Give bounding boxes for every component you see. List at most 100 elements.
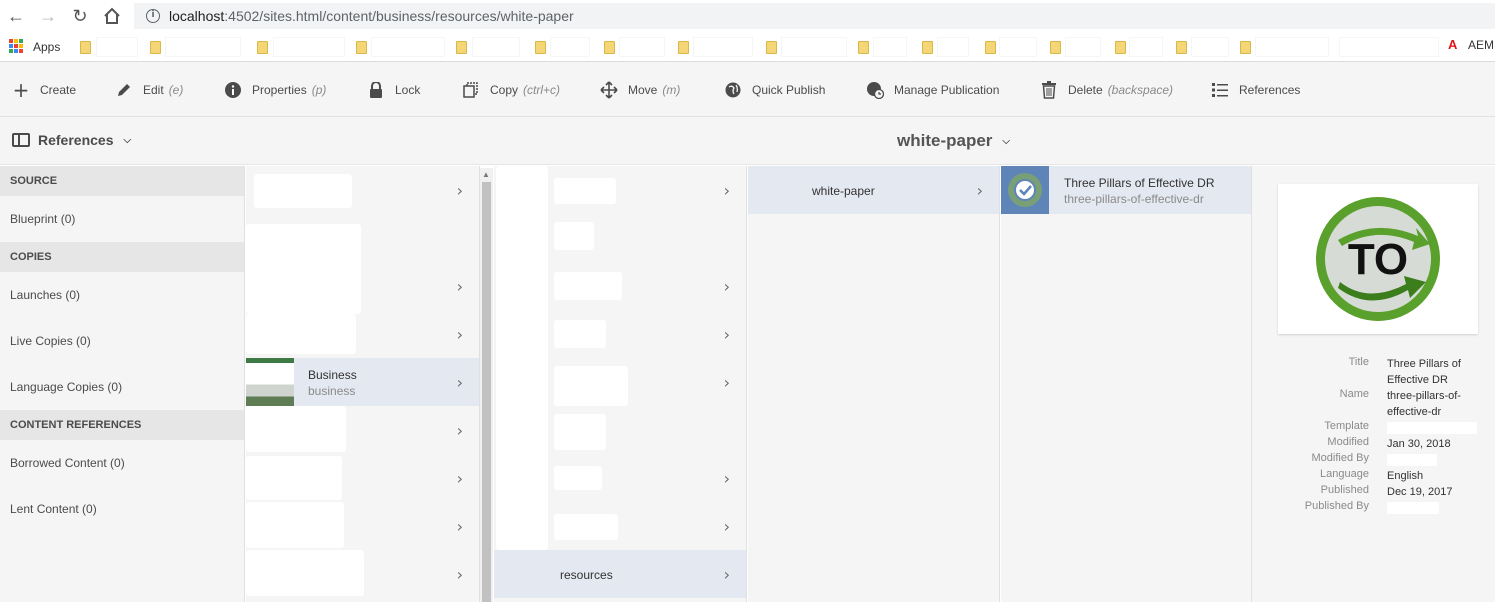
bookmark-item[interactable] bbox=[938, 38, 968, 56]
bookmark-item[interactable] bbox=[473, 38, 519, 56]
references-button[interactable]: References bbox=[1211, 80, 1300, 100]
quick-publish-button[interactable]: Quick Publish bbox=[724, 80, 825, 100]
column-2: › › › › › › resources › bbox=[494, 166, 747, 602]
bookmark-folder-icon[interactable] bbox=[1050, 41, 1061, 54]
rail-selector[interactable]: References ⌵ bbox=[12, 132, 131, 148]
bookmark-item[interactable] bbox=[1000, 38, 1036, 56]
page-title[interactable]: white-paper ⌵ bbox=[897, 131, 1010, 151]
bookmark-item[interactable] bbox=[1130, 38, 1162, 56]
column-item[interactable]: › bbox=[246, 502, 479, 550]
rail-item-borrowed-content[interactable]: Borrowed Content (0) bbox=[0, 440, 244, 486]
redacted-content bbox=[246, 456, 342, 500]
rail-item-language-copies[interactable]: Language Copies (0) bbox=[0, 364, 244, 410]
resources-title: resources bbox=[560, 568, 613, 582]
meta-modified-by-value bbox=[1387, 454, 1437, 466]
bookmark-folder-icon[interactable] bbox=[456, 41, 467, 54]
bookmark-folder-icon[interactable] bbox=[922, 41, 933, 54]
redacted-content bbox=[246, 314, 356, 354]
delete-button[interactable]: Delete (backspace) bbox=[1040, 80, 1173, 100]
create-button[interactable]: + Create bbox=[12, 78, 77, 102]
copy-shortcut: (ctrl+c) bbox=[523, 83, 561, 97]
column-item[interactable]: › bbox=[494, 358, 746, 406]
column-item[interactable]: › bbox=[494, 310, 746, 358]
bookmark-item[interactable] bbox=[874, 38, 906, 56]
manage-publication-button[interactable]: Manage Publication bbox=[866, 80, 999, 100]
bookmark-folder-icon[interactable] bbox=[1240, 41, 1251, 54]
bookmark-item[interactable] bbox=[166, 38, 240, 56]
bookmark-item[interactable] bbox=[1256, 38, 1328, 56]
move-button[interactable]: Move (m) bbox=[600, 80, 680, 100]
column-item-white-paper[interactable]: white-paper › bbox=[748, 166, 999, 214]
create-label: Create bbox=[40, 83, 77, 97]
chevron-right-icon: › bbox=[723, 325, 730, 344]
scroll-up-arrow-icon[interactable]: ▲ bbox=[482, 170, 490, 179]
bookmark-folder-icon[interactable] bbox=[257, 41, 268, 54]
rail-item-live-copies[interactable]: Live Copies (0) bbox=[0, 318, 244, 364]
column-item-business[interactable]: Business business › bbox=[246, 358, 479, 406]
bookmark-folder-icon[interactable] bbox=[858, 41, 869, 54]
column-item-three-pillars[interactable]: Three Pillars of Effective DR three-pill… bbox=[1001, 166, 1251, 214]
bookmark-item[interactable] bbox=[1192, 38, 1228, 56]
forward-icon[interactable]: → bbox=[36, 4, 60, 28]
bookmark-folder-icon[interactable] bbox=[678, 41, 689, 54]
copy-button[interactable]: Copy (ctrl+c) bbox=[462, 80, 560, 100]
properties-button[interactable]: Properties (p) bbox=[224, 80, 326, 100]
apps-icon[interactable] bbox=[9, 39, 23, 53]
bookmark-folder-icon[interactable] bbox=[604, 41, 615, 54]
column-item[interactable]: › bbox=[246, 550, 479, 598]
aem-bookmark[interactable]: A AEM bbox=[1448, 38, 1494, 53]
address-bar[interactable]: i localhost:4502/sites.html/content/busi… bbox=[134, 3, 1495, 29]
column-item[interactable]: › bbox=[246, 310, 479, 358]
rail-item-launches[interactable]: Launches (0) bbox=[0, 272, 244, 318]
bookmark-folder-icon[interactable] bbox=[150, 41, 161, 54]
bookmark-item[interactable] bbox=[1066, 38, 1100, 56]
lock-button[interactable]: Lock bbox=[367, 80, 420, 100]
rail-item-blueprint[interactable]: Blueprint (0) bbox=[0, 196, 244, 242]
meta-published-by-label: Published By bbox=[1304, 500, 1369, 512]
rail-section-copies: COPIES bbox=[0, 242, 244, 272]
bookmark-item[interactable] bbox=[274, 38, 344, 56]
chevron-right-icon: › bbox=[723, 373, 730, 392]
column-1-scroll-thumb[interactable] bbox=[482, 182, 491, 602]
rail-item-lent-content[interactable]: Lent Content (0) bbox=[0, 486, 244, 532]
column-item[interactable]: › bbox=[494, 166, 746, 214]
rail-section-content-references: CONTENT REFERENCES bbox=[0, 410, 244, 440]
column-item[interactable]: › bbox=[494, 502, 746, 550]
bookmark-folder-icon[interactable] bbox=[80, 41, 91, 54]
column-3: white-paper › bbox=[748, 166, 1000, 602]
home-icon[interactable] bbox=[100, 4, 124, 28]
bookmark-item[interactable] bbox=[372, 38, 444, 56]
bookmark-folder-icon[interactable] bbox=[985, 41, 996, 54]
edit-button[interactable]: Edit (e) bbox=[115, 80, 183, 100]
apps-bookmark[interactable]: Apps bbox=[33, 40, 60, 54]
column-item[interactable]: › bbox=[246, 262, 479, 310]
column-item[interactable]: › bbox=[246, 166, 479, 214]
bookmark-folder-icon[interactable] bbox=[535, 41, 546, 54]
bookmark-item[interactable] bbox=[97, 38, 137, 56]
column-item[interactable]: › bbox=[246, 454, 479, 502]
bookmark-item[interactable] bbox=[551, 38, 589, 56]
bookmark-folder-icon[interactable] bbox=[356, 41, 367, 54]
bookmark-folder-icon[interactable] bbox=[766, 41, 777, 54]
redacted-content bbox=[246, 502, 344, 548]
chevron-right-icon: › bbox=[456, 277, 463, 296]
reload-icon[interactable]: ↻ bbox=[68, 4, 92, 28]
bookmark-item[interactable] bbox=[694, 38, 752, 56]
column-item-resources[interactable]: resources › bbox=[494, 550, 746, 598]
info-icon[interactable]: i bbox=[146, 9, 160, 23]
bookmark-item[interactable] bbox=[620, 38, 664, 56]
column-item[interactable]: › bbox=[494, 262, 746, 310]
page-thumbnail: TO bbox=[1278, 184, 1478, 334]
column-item[interactable]: › bbox=[246, 406, 479, 454]
move-shortcut: (m) bbox=[662, 83, 681, 97]
bookmark-folder-icon[interactable] bbox=[1176, 41, 1187, 54]
bookmark-folder-icon[interactable] bbox=[1115, 41, 1126, 54]
back-icon[interactable]: ← bbox=[4, 4, 28, 28]
meta-title-label: Title bbox=[1348, 356, 1369, 368]
chevron-right-icon: › bbox=[456, 469, 463, 488]
column-item[interactable]: › bbox=[494, 454, 746, 502]
bookmark-item[interactable] bbox=[782, 38, 846, 56]
chevron-right-icon: › bbox=[976, 181, 983, 200]
bookmark-item[interactable] bbox=[1340, 38, 1438, 56]
meta-template-value bbox=[1387, 422, 1477, 434]
